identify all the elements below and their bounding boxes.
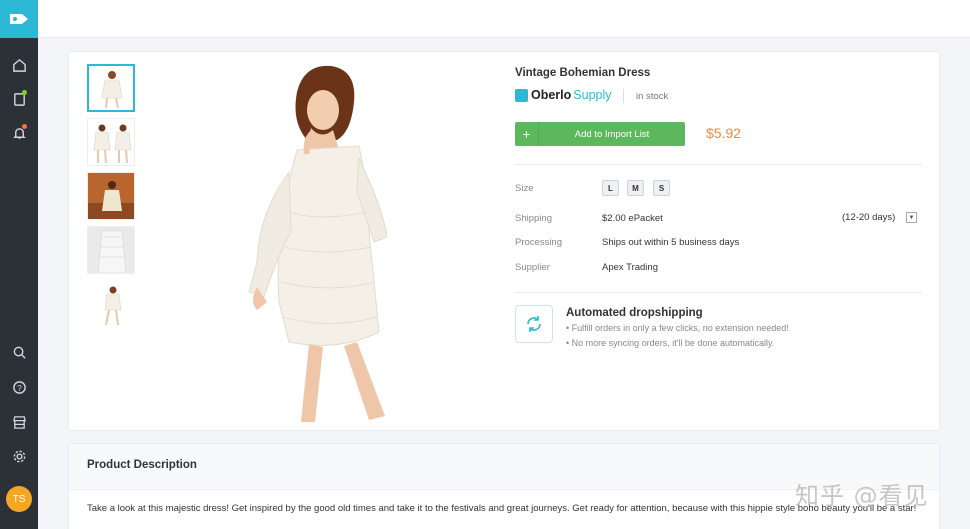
- size-option-l[interactable]: L: [602, 180, 619, 196]
- avatar[interactable]: TS: [6, 486, 32, 512]
- supplier-brand: Oberlo: [531, 88, 572, 102]
- home-icon[interactable]: [9, 55, 29, 75]
- size-option-s[interactable]: S: [653, 180, 670, 196]
- tag-logo-icon[interactable]: [0, 0, 38, 38]
- divider: [515, 292, 922, 293]
- help-icon[interactable]: ?: [9, 377, 29, 397]
- watermark: 知乎 @看见: [795, 482, 929, 510]
- supplier-logo: Oberlo Supply: [515, 88, 612, 102]
- top-bar: [38, 0, 970, 38]
- size-option-m[interactable]: M: [627, 180, 644, 196]
- plus-icon: +: [515, 122, 539, 146]
- add-button-label: Add to Import List: [574, 128, 650, 140]
- stock-status: in stock: [636, 91, 669, 102]
- processing-value: Ships out within 5 business days: [602, 237, 740, 248]
- search-icon[interactable]: [9, 342, 29, 362]
- supplier-brand-suffix: Supply: [573, 88, 612, 102]
- sidebar: ? TS: [0, 0, 38, 529]
- product-price: $5.92: [706, 125, 742, 141]
- size-label: Size: [515, 183, 534, 194]
- product-main-image: [219, 62, 449, 422]
- automation-point: • Fulfill orders in only a few clicks, n…: [566, 323, 789, 333]
- bell-icon[interactable]: [9, 123, 29, 143]
- gear-icon[interactable]: [9, 446, 29, 466]
- sync-icon: [515, 305, 553, 343]
- oberlo-icon: [515, 88, 528, 102]
- divider: [623, 89, 624, 103]
- shipping-label: Shipping: [515, 213, 552, 224]
- chevron-down-icon[interactable]: ▼: [906, 212, 917, 223]
- supplier-label: Supplier: [515, 262, 550, 273]
- product-thumbnail[interactable]: [87, 118, 135, 166]
- svg-text:?: ?: [17, 382, 22, 392]
- product-thumbnail[interactable]: [87, 226, 135, 274]
- product-thumbnail[interactable]: [87, 64, 135, 112]
- supplier-value: Apex Trading: [602, 262, 658, 273]
- orders-badge: [22, 90, 27, 95]
- orders-icon[interactable]: [9, 89, 29, 109]
- notification-badge: [22, 124, 27, 129]
- product-thumbnail[interactable]: [87, 172, 135, 220]
- product-card: Vintage Bohemian Dress Oberlo Supply in …: [68, 51, 940, 431]
- store-icon[interactable]: [9, 412, 29, 432]
- add-to-import-list-button[interactable]: + Add to Import List: [515, 122, 685, 146]
- divider: [515, 164, 922, 165]
- automation-title: Automated dropshipping: [566, 307, 703, 319]
- product-title: Vintage Bohemian Dress: [515, 67, 651, 79]
- automation-point: • No more syncing orders, it'll be done …: [566, 338, 775, 348]
- shipping-days: (12-20 days): [842, 212, 896, 223]
- shipping-value: $2.00 ePacket: [602, 213, 663, 224]
- product-thumbnail[interactable]: [87, 280, 135, 328]
- processing-label: Processing: [515, 237, 562, 248]
